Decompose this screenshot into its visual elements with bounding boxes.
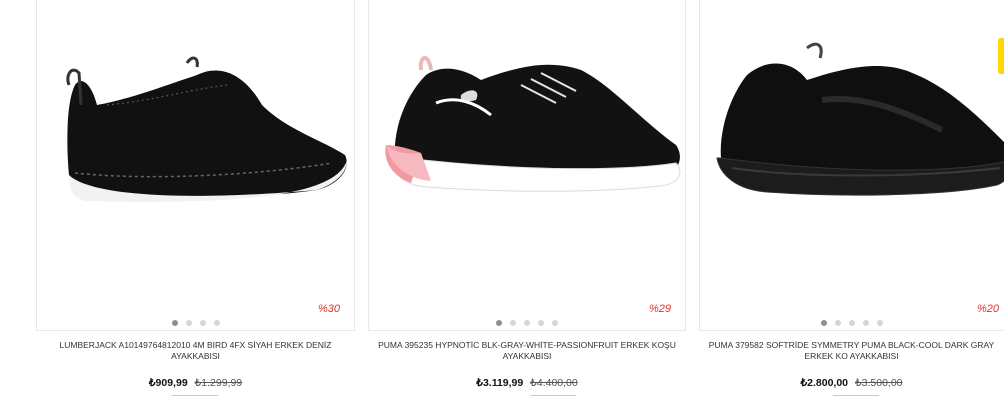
product-title[interactable]: LUMBERJACK A10149764812010 4M BIRD 4FX S… xyxy=(36,340,355,362)
current-price: ₺3.119,99 xyxy=(476,377,524,389)
price-row: ₺2.800,00 ₺3.500,00 xyxy=(699,377,1004,389)
price-underline xyxy=(530,395,576,396)
product-title[interactable]: PUMA 395235 HYPNOTİC BLK-GRAY-WHİTE-PASS… xyxy=(368,340,686,362)
price-row: ₺909,99 ₺1.299,99 xyxy=(36,377,355,389)
carousel-dot[interactable] xyxy=(213,320,220,326)
carousel-dot[interactable] xyxy=(199,320,206,326)
current-price: ₺909,99 xyxy=(148,377,188,389)
discount-badge: %30 xyxy=(317,303,340,315)
running-shoe-pink-image[interactable] xyxy=(381,45,681,205)
carousel-dot[interactable] xyxy=(524,320,530,326)
carousel-dot[interactable] xyxy=(848,320,855,326)
price-underline xyxy=(172,395,218,396)
current-price: ₺2.800,00 xyxy=(800,377,849,389)
black-running-shoe-image[interactable] xyxy=(712,40,1004,210)
product-card-1[interactable]: %30 LUMBERJACK A10149764812010 4M BIRD 4… xyxy=(36,0,355,419)
image-carousel-dots[interactable] xyxy=(368,320,686,326)
discount-badge: %29 xyxy=(648,303,671,315)
promo-badge-edge xyxy=(998,38,1004,74)
carousel-dot[interactable] xyxy=(552,320,558,326)
carousel-dot[interactable] xyxy=(185,320,192,326)
carousel-dot[interactable] xyxy=(538,320,544,326)
product-card-2[interactable]: %29 PUMA 395235 HYPNOTİC BLK-GRAY-WHİTE-… xyxy=(368,0,686,419)
product-image-box[interactable]: %30 xyxy=(36,0,355,331)
discount-badge: %20 xyxy=(976,303,999,315)
product-card-3[interactable]: %20 PUMA 379582 SOFTRİDE SYMMETRY PUMA B… xyxy=(699,0,1004,419)
image-carousel-dots[interactable] xyxy=(36,320,355,326)
carousel-dot[interactable] xyxy=(510,320,516,326)
carousel-dot[interactable] xyxy=(171,320,178,326)
carousel-dot[interactable] xyxy=(876,320,883,326)
old-price: ₺3.500,00 xyxy=(854,377,903,389)
carousel-dot[interactable] xyxy=(496,320,502,326)
carousel-dot[interactable] xyxy=(862,320,869,326)
product-image-box[interactable]: %29 xyxy=(368,0,686,331)
price-row: ₺3.119,99 ₺4.400,00 xyxy=(368,377,686,389)
carousel-dot[interactable] xyxy=(834,320,841,326)
image-carousel-dots[interactable] xyxy=(699,320,1004,326)
carousel-dot[interactable] xyxy=(820,320,827,326)
old-price: ₺1.299,99 xyxy=(194,377,243,389)
old-price: ₺4.400,00 xyxy=(530,377,578,389)
product-title[interactable]: PUMA 379582 SOFTRİDE SYMMETRY PUMA BLACK… xyxy=(699,340,1004,362)
product-image-box[interactable]: %20 xyxy=(699,0,1004,331)
price-underline xyxy=(833,395,879,396)
slip-on-shoe-image[interactable] xyxy=(47,45,347,225)
